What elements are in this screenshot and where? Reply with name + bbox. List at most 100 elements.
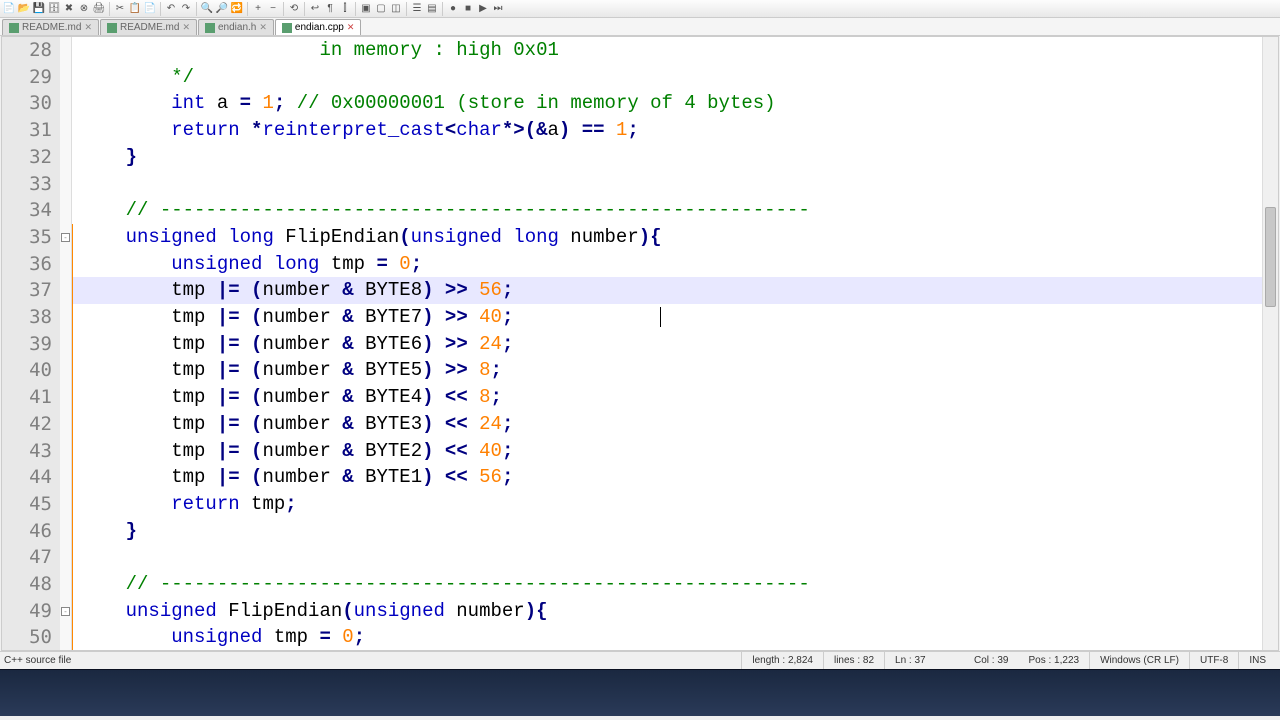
code-line-45[interactable]: return tmp;: [72, 491, 1262, 518]
undo-button[interactable]: ↶: [164, 2, 178, 16]
os-taskbar[interactable]: [0, 669, 1280, 716]
line-number: 29: [2, 64, 52, 91]
code-line-36[interactable]: unsigned long tmp = 0;: [72, 251, 1262, 278]
record-button[interactable]: ●: [446, 2, 460, 16]
line-number: 43: [2, 438, 52, 465]
code-line-46[interactable]: }: [72, 518, 1262, 545]
fold-toggle[interactable]: -: [61, 607, 70, 616]
close-icon[interactable]: ✕: [84, 22, 92, 33]
status-filetype: C++ source file: [4, 655, 741, 666]
print-button[interactable]: 🖨: [92, 2, 106, 16]
redo-button[interactable]: ↷: [179, 2, 193, 16]
line-number: 45: [2, 491, 52, 518]
fold-all-button[interactable]: ▣: [359, 2, 373, 16]
line-number: 42: [2, 411, 52, 438]
open-button[interactable]: 📂: [17, 2, 31, 16]
line-number: 36: [2, 251, 52, 278]
doc-map-button[interactable]: ▤: [425, 2, 439, 16]
code-view[interactable]: in memory : high 0x01 */ int a = 1; // 0…: [72, 37, 1262, 650]
code-line-48[interactable]: // -------------------------------------…: [72, 571, 1262, 598]
tab-label: README.md: [120, 22, 179, 33]
code-line-47[interactable]: [72, 544, 1262, 571]
code-line-50[interactable]: unsigned tmp = 0;: [72, 624, 1262, 650]
line-number-gutter: 2829303132333435363738394041424344454647…: [2, 37, 60, 650]
line-number: 48: [2, 571, 52, 598]
indent-guide-button[interactable]: ⫿: [338, 2, 352, 16]
code-line-34[interactable]: // -------------------------------------…: [72, 197, 1262, 224]
line-number: 44: [2, 464, 52, 491]
code-line-38[interactable]: tmp |= (number & BYTE7) >> 40;: [72, 304, 1262, 331]
tab-README-md[interactable]: README.md✕: [2, 19, 99, 35]
code-line-30[interactable]: int a = 1; // 0x00000001 (store in memor…: [72, 90, 1262, 117]
play-multi-button[interactable]: ⏭: [491, 2, 505, 16]
zoom-out-button[interactable]: −: [266, 2, 280, 16]
file-icon: [282, 23, 292, 33]
fold-toggle[interactable]: -: [61, 233, 70, 242]
main-toolbar: 📄📂💾🗄✖⊗🖨✂📋📄↶↷🔍🔎🔁+−⟲↩¶⫿▣▢◫☰▤●■▶⏭: [0, 0, 1280, 18]
line-number: 33: [2, 171, 52, 198]
hide-lines-button[interactable]: ◫: [389, 2, 403, 16]
zoom-in-button[interactable]: +: [251, 2, 265, 16]
line-number: 39: [2, 331, 52, 358]
unfold-all-button[interactable]: ▢: [374, 2, 388, 16]
tab-README-md[interactable]: README.md✕: [100, 19, 197, 35]
line-number: 50: [2, 624, 52, 651]
line-number: 32: [2, 144, 52, 171]
code-line-33[interactable]: [72, 171, 1262, 198]
code-line-29[interactable]: */: [72, 64, 1262, 91]
line-number: 28: [2, 37, 52, 64]
status-lines: lines : 82: [823, 652, 884, 669]
close-all-button[interactable]: ⊗: [77, 2, 91, 16]
code-line-37[interactable]: tmp |= (number & BYTE8) >> 56;: [72, 277, 1262, 304]
copy-button[interactable]: 📋: [128, 2, 142, 16]
file-icon: [9, 23, 19, 33]
find-button[interactable]: 🔍: [200, 2, 214, 16]
close-icon[interactable]: ✕: [259, 22, 267, 33]
sync-button[interactable]: ⟲: [287, 2, 301, 16]
status-insert-mode: INS: [1238, 652, 1276, 669]
code-line-31[interactable]: return *reinterpret_cast<char*>(&a) == 1…: [72, 117, 1262, 144]
stop-button[interactable]: ■: [461, 2, 475, 16]
code-line-43[interactable]: tmp |= (number & BYTE2) << 40;: [72, 438, 1262, 465]
play-button[interactable]: ▶: [476, 2, 490, 16]
close-icon[interactable]: ✕: [182, 22, 190, 33]
code-line-39[interactable]: tmp |= (number & BYTE6) >> 24;: [72, 331, 1262, 358]
fold-gutter: --: [60, 37, 72, 650]
status-bar: C++ source file length : 2,824 lines : 8…: [0, 651, 1280, 669]
close-button[interactable]: ✖: [62, 2, 76, 16]
replace-button[interactable]: 🔁: [230, 2, 244, 16]
tab-endian-cpp[interactable]: endian.cpp✕: [275, 19, 361, 35]
line-number: 31: [2, 117, 52, 144]
status-ln: Ln : 37: [884, 652, 964, 669]
code-line-41[interactable]: tmp |= (number & BYTE4) << 8;: [72, 384, 1262, 411]
tab-endian-h[interactable]: endian.h✕: [198, 19, 274, 35]
vertical-scrollbar[interactable]: [1262, 37, 1278, 650]
editor-area: 2829303132333435363738394041424344454647…: [1, 36, 1279, 651]
new-button[interactable]: 📄: [2, 2, 16, 16]
func-list-button[interactable]: ☰: [410, 2, 424, 16]
tab-bar: README.md✕README.md✕endian.h✕endian.cpp✕: [0, 18, 1280, 36]
code-line-32[interactable]: }: [72, 144, 1262, 171]
cut-button[interactable]: ✂: [113, 2, 127, 16]
text-cursor: [660, 307, 661, 327]
code-line-42[interactable]: tmp |= (number & BYTE3) << 24;: [72, 411, 1262, 438]
code-line-28[interactable]: in memory : high 0x01: [72, 37, 1262, 64]
line-number: 46: [2, 518, 52, 545]
paste-button[interactable]: 📄: [143, 2, 157, 16]
code-line-49[interactable]: unsigned FlipEndian(unsigned number){: [72, 598, 1262, 625]
change-marker: [72, 224, 73, 650]
line-number: 47: [2, 544, 52, 571]
code-line-44[interactable]: tmp |= (number & BYTE1) << 56;: [72, 464, 1262, 491]
find-next-button[interactable]: 🔎: [215, 2, 229, 16]
file-icon: [205, 23, 215, 33]
line-number: 40: [2, 357, 52, 384]
show-all-button[interactable]: ¶: [323, 2, 337, 16]
line-number: 38: [2, 304, 52, 331]
close-icon[interactable]: ✕: [347, 22, 355, 33]
save-all-button[interactable]: 🗄: [47, 2, 61, 16]
code-line-40[interactable]: tmp |= (number & BYTE5) >> 8;: [72, 357, 1262, 384]
save-button[interactable]: 💾: [32, 2, 46, 16]
code-line-35[interactable]: unsigned long FlipEndian(unsigned long n…: [72, 224, 1262, 251]
scrollbar-thumb[interactable]: [1265, 207, 1276, 307]
word-wrap-button[interactable]: ↩: [308, 2, 322, 16]
